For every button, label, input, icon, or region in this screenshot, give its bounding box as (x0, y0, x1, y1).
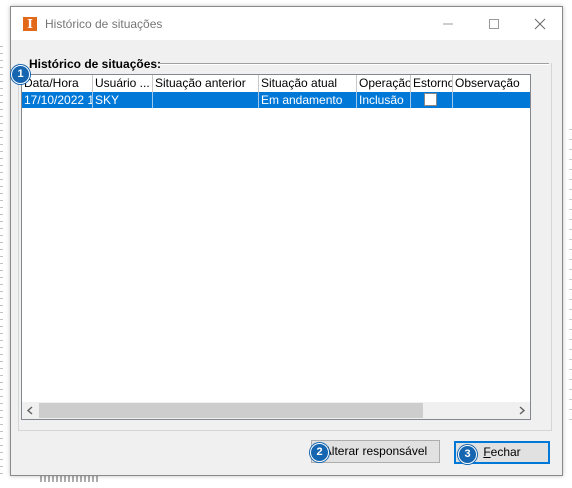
title-bar[interactable]: I Histórico de situações (11, 7, 562, 40)
fechar-mnemonic: F (483, 445, 491, 459)
chevron-right-icon (519, 406, 526, 415)
cell-situacao-atual: Em andamento (259, 92, 357, 108)
callout-badge-1: 1 (11, 65, 30, 84)
app-icon: I (23, 17, 37, 31)
background-left-edge (0, 40, 3, 480)
close-button[interactable] (517, 7, 563, 40)
cell-situacao-anterior (153, 92, 259, 108)
estorno-checkbox[interactable] (424, 93, 437, 106)
cell-observacao (453, 92, 530, 108)
background-text-fragment (40, 476, 100, 482)
minimize-icon (443, 23, 453, 25)
chevron-left-icon (26, 406, 33, 415)
group-title-divider (159, 63, 549, 65)
column-header-situacao-anterior[interactable]: Situação anterior (153, 75, 259, 92)
cell-data-hora: 17/10/2022 1 (24, 92, 93, 108)
callout-badge-2: 2 (310, 443, 329, 462)
cell-estorno (411, 92, 453, 108)
fechar-label-rest: echar (490, 445, 521, 459)
cell-operacao: Inclusão (357, 92, 411, 108)
table-header: Data/Hora Usuário ... Situação anterior … (22, 75, 530, 93)
scrollbar-thumb[interactable] (39, 403, 423, 418)
table-row[interactable]: 17/10/2022 1 SKY Em andamento Inclusão (22, 92, 530, 108)
callout-badge-3: 3 (458, 445, 477, 464)
window-title: Histórico de situações (45, 17, 163, 31)
scroll-left-button[interactable] (22, 402, 39, 419)
group-title: Histórico de situações: (29, 57, 162, 71)
horizontal-scrollbar[interactable] (22, 402, 530, 419)
column-header-estorno[interactable]: Estorno (411, 75, 453, 92)
column-header-situacao-atual[interactable]: Situação atual (259, 75, 357, 92)
column-header-operacao[interactable]: Operação (357, 75, 411, 92)
alterar-responsavel-button[interactable]: Alterar responsável (311, 440, 440, 463)
cell-usuario: SKY (93, 92, 153, 108)
column-header-usuario[interactable]: Usuário ... (93, 75, 153, 92)
column-header-observacao[interactable]: Observação (453, 75, 530, 92)
maximize-button[interactable] (471, 7, 517, 40)
column-header-data-hora[interactable]: Data/Hora (22, 75, 93, 92)
history-table[interactable]: Data/Hora Usuário ... Situação anterior … (21, 74, 531, 420)
minimize-button[interactable] (425, 7, 471, 40)
maximize-icon (489, 19, 499, 29)
scroll-right-button[interactable] (513, 402, 530, 419)
close-icon (534, 18, 546, 30)
